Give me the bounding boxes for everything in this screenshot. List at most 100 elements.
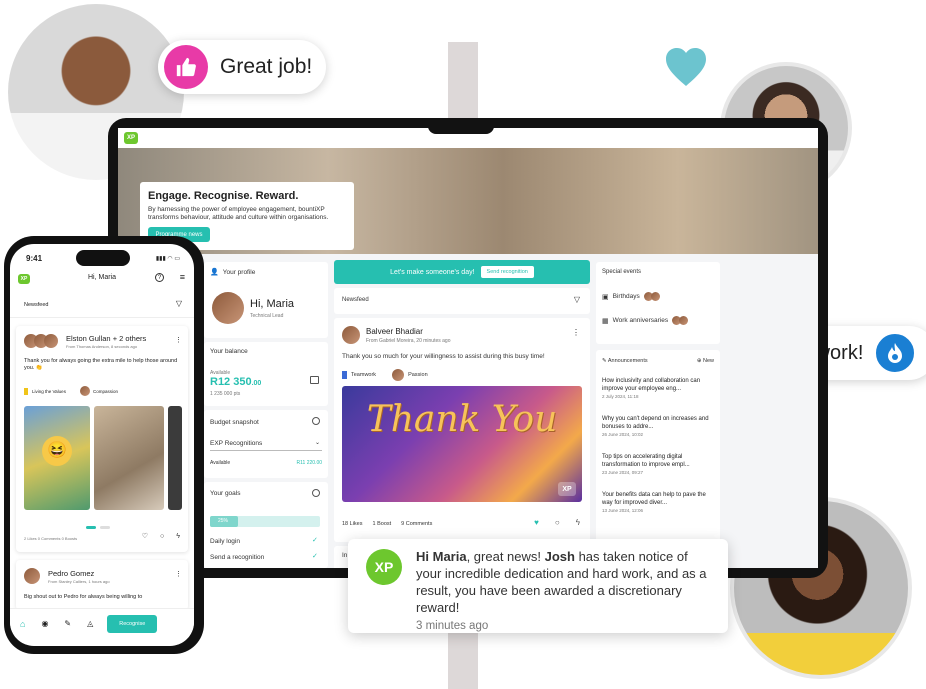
wallet-icon[interactable] bbox=[310, 376, 319, 384]
carousel-dots[interactable] bbox=[86, 516, 118, 529]
post-meta: From Thomas Anderson, 8 seconds ago bbox=[66, 344, 138, 349]
heart-icon[interactable]: ♡ bbox=[142, 532, 148, 540]
announcement-item[interactable]: Top tips on accelerating digital transfo… bbox=[602, 454, 714, 475]
heart-icon[interactable]: ♥ bbox=[534, 518, 539, 527]
check-icon: ✓ bbox=[312, 537, 318, 544]
avatar[interactable] bbox=[342, 326, 360, 344]
xp-watermark: XP bbox=[558, 482, 576, 496]
recognise-button[interactable]: Recognise bbox=[107, 614, 158, 633]
more-icon[interactable]: ⋮ bbox=[175, 570, 182, 578]
pen-icon[interactable]: ✎ bbox=[64, 619, 71, 628]
marketing-composite: Great job! #teamwork! XP Engage. Recogni… bbox=[0, 0, 926, 689]
photo-thumbnail[interactable] bbox=[94, 406, 164, 510]
user-icon: 👤 bbox=[210, 269, 219, 276]
post-author[interactable]: Elston Gullan + 2 others bbox=[66, 334, 146, 343]
special-events-label: Special events bbox=[602, 269, 642, 275]
birthdays-item[interactable]: ▣ Birthdays bbox=[602, 292, 660, 301]
newsfeed-post: Balveer Bhadiar From Gabriel Moreira, 20… bbox=[334, 318, 590, 542]
info-icon[interactable] bbox=[312, 489, 320, 497]
more-icon[interactable]: ⋮ bbox=[572, 328, 580, 337]
profile-icon[interactable]: ◉ bbox=[41, 619, 48, 628]
avatar bbox=[679, 316, 689, 325]
tag: Teamwork bbox=[351, 372, 377, 378]
filter-icon[interactable]: ▽ bbox=[574, 295, 580, 304]
post-author[interactable]: Balveer Bhadiar bbox=[366, 327, 423, 336]
announcement-item[interactable]: Your benefits data can help to pave the … bbox=[602, 492, 714, 513]
info-icon[interactable] bbox=[312, 417, 320, 425]
photo-thumbnail[interactable] bbox=[168, 406, 182, 510]
phone-greeting: Hi, Maria bbox=[87, 274, 116, 281]
boost-icon[interactable]: ϟ bbox=[576, 518, 580, 527]
boost-icon[interactable]: ϟ bbox=[176, 533, 180, 540]
announcements-label: ✎ Announcements bbox=[602, 358, 648, 364]
thank-you-image: Thank You XP bbox=[342, 386, 582, 502]
new-announcement-button[interactable]: ⊕ New bbox=[697, 358, 714, 364]
bookmark-icon bbox=[342, 371, 347, 379]
more-icon[interactable]: ⋮ bbox=[175, 336, 182, 344]
likes-count: 18 Likes bbox=[342, 521, 363, 527]
laughing-emoji-icon: 😆 bbox=[42, 436, 72, 466]
send-recognition-button[interactable]: Send recognition bbox=[480, 266, 534, 278]
post-author[interactable]: Pedro Gomez bbox=[48, 569, 94, 578]
comment-icon[interactable]: ○ bbox=[555, 518, 560, 527]
filter-icon[interactable]: ▽ bbox=[176, 299, 182, 308]
goal-item: Send a recognition bbox=[210, 554, 265, 561]
avatar bbox=[392, 369, 405, 381]
post-text: Thank you for always going the extra mil… bbox=[24, 358, 178, 372]
post-tags: Teamwork Passion bbox=[342, 369, 428, 381]
boost-count: 1 Boost bbox=[372, 521, 392, 527]
newsfeed-label: Newsfeed bbox=[342, 297, 369, 303]
balance-label: Your balance bbox=[210, 348, 248, 355]
bookmark-icon bbox=[24, 387, 28, 395]
chevron-down-icon: ⌄ bbox=[314, 440, 320, 446]
heart-icon bbox=[666, 48, 706, 86]
announcements-panel: ✎ Announcements ⊕ New How inclusivity an… bbox=[596, 350, 720, 568]
post-stats: 18 Likes 1 Boost 9 Comments bbox=[342, 521, 432, 527]
laptop-camera-notch bbox=[428, 120, 494, 134]
hero-body: By harnessing the power of employee enga… bbox=[148, 206, 329, 222]
announcement-item[interactable]: How inclusivity and collaboration can im… bbox=[602, 378, 714, 399]
announcement-item[interactable]: Why you can't depend on increases and bo… bbox=[602, 416, 714, 437]
desktop-app-screen: XP Engage. Recognise. Reward. By harness… bbox=[118, 128, 818, 568]
balance-amount: R12 350.00 bbox=[210, 376, 262, 388]
comments-count: 9 Comments bbox=[401, 521, 433, 527]
xp-logo: XP bbox=[366, 549, 402, 585]
phone-app-screen: 9:41 ▮▮▮ ◠ ▭ XP Hi, Maria ? ≡ Newsfeed ▽… bbox=[10, 244, 194, 646]
comment-icon[interactable]: ○ bbox=[160, 533, 164, 540]
photo-thumbnail[interactable]: 😆 bbox=[24, 406, 90, 510]
phone-post-card: Pedro Gomez From Stanley Calliers, 1 hou… bbox=[16, 560, 188, 610]
budget-select[interactable]: EXP Recognitions ⌄ bbox=[210, 440, 322, 451]
xp-logo[interactable]: XP bbox=[124, 132, 138, 144]
budget-panel: Budget snapshot EXP Recognitions ⌄ Avail… bbox=[204, 410, 328, 478]
thank-you-lettering: Thank You bbox=[366, 399, 558, 440]
phone-newsfeed-header: Newsfeed ▽ bbox=[10, 292, 194, 318]
menu-icon[interactable]: ≡ bbox=[180, 272, 185, 282]
work-anniversaries-item[interactable]: ▦ Work anniversaries bbox=[602, 316, 689, 325]
gift-icon: ▣ bbox=[602, 293, 609, 301]
post-actions: ♡ ○ ϟ bbox=[142, 532, 180, 541]
post-meta: From Stanley Calliers, 1 hours ago bbox=[48, 579, 110, 584]
goal-item: Daily login bbox=[210, 538, 240, 545]
reward-notification[interactable]: XP Hi Maria, great news! Josh has taken … bbox=[348, 539, 728, 633]
post-text: Thank you so much for your willingness t… bbox=[342, 353, 545, 360]
great-job-text: Great job! bbox=[220, 55, 313, 78]
flame-icon bbox=[873, 331, 918, 375]
bell-icon[interactable]: ◬ bbox=[87, 619, 93, 628]
avatar bbox=[24, 568, 40, 584]
avatar[interactable] bbox=[212, 292, 244, 324]
profile-greeting: Hi, Maria bbox=[250, 298, 295, 310]
status-icons: ▮▮▮ ◠ ▭ bbox=[155, 256, 180, 262]
great-job-bubble: Great job! bbox=[158, 40, 326, 94]
help-icon[interactable]: ? bbox=[155, 273, 164, 282]
status-time: 9:41 bbox=[26, 254, 43, 263]
post-meta: From Gabriel Moreira, 20 minutes ago bbox=[366, 338, 451, 344]
balance-panel: Your balance Available R12 350.00 1 235 … bbox=[204, 342, 328, 406]
home-icon[interactable]: ⌂ bbox=[20, 619, 25, 629]
avatar bbox=[650, 292, 660, 301]
profile-panel: 👤 Your profile Hi, Maria Technical Lead bbox=[204, 262, 328, 338]
budget-amount: R11 220.00 bbox=[296, 460, 322, 466]
avatar bbox=[44, 334, 58, 348]
hero-banner: Engage. Recognise. Reward. By harnessing… bbox=[118, 148, 818, 254]
budget-available-label: Available bbox=[210, 460, 231, 466]
goals-progress-fill: 25% bbox=[210, 516, 238, 527]
